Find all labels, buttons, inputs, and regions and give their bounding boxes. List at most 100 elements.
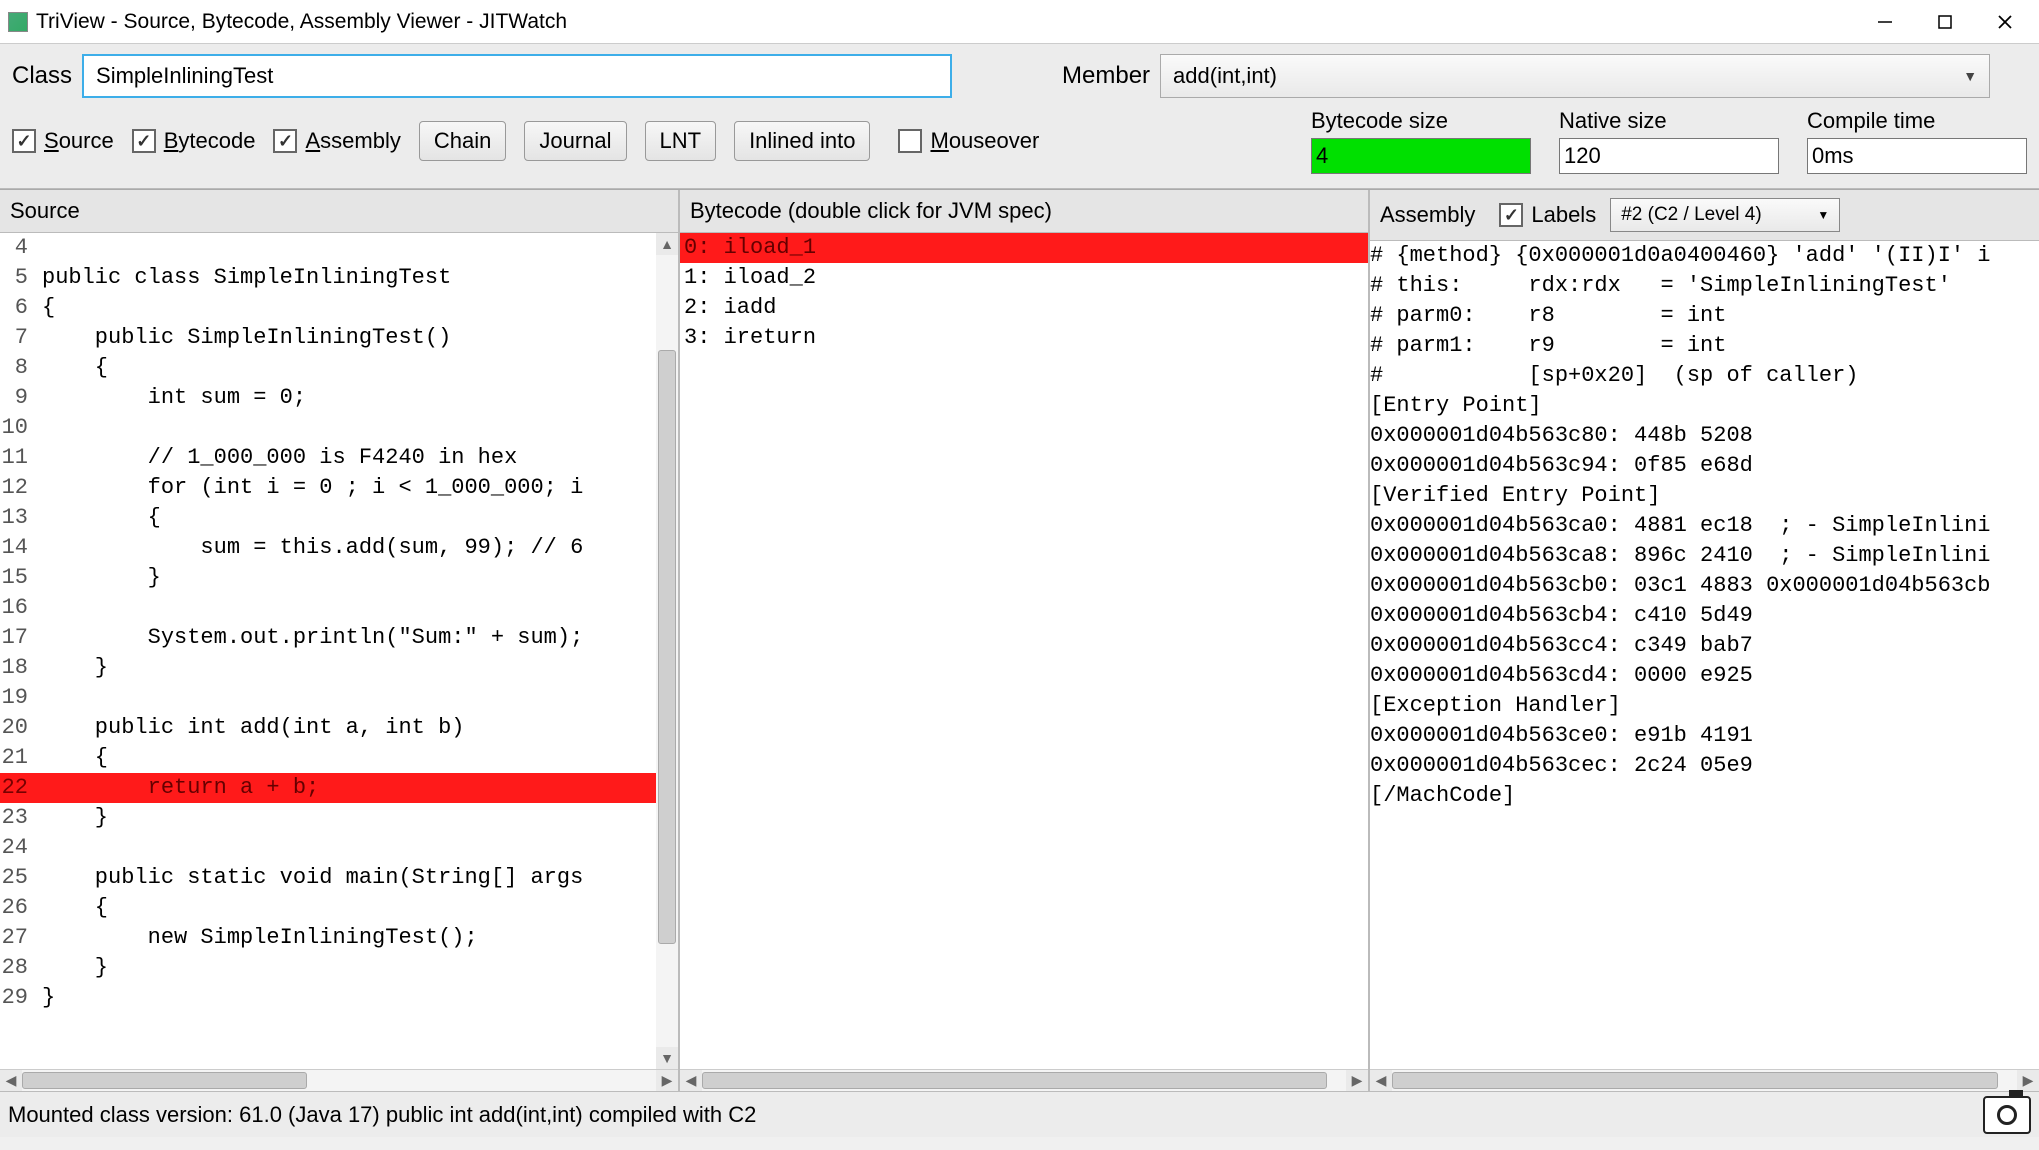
bytecode-line[interactable]: 2: iadd	[680, 293, 1368, 323]
source-line[interactable]: 6{	[0, 293, 656, 323]
mouseover-toggle-label: Mouseover	[930, 128, 1039, 154]
assembly-line[interactable]: # parm0: r8 = int	[1370, 301, 2039, 331]
class-input[interactable]	[82, 54, 952, 98]
assembly-line[interactable]: 0x000001d04b563cc4: c349 bab7	[1370, 631, 2039, 661]
source-line[interactable]: 8 {	[0, 353, 656, 383]
close-button[interactable]	[1975, 2, 2035, 42]
compile-time-value: 0ms	[1807, 138, 2027, 174]
assembly-line[interactable]: [Exception Handler]	[1370, 691, 2039, 721]
statusbar: Mounted class version: 61.0 (Java 17) pu…	[0, 1091, 2039, 1137]
assembly-line[interactable]: 0x000001d04b563ca8: 896c 2410 ; - Simple…	[1370, 541, 2039, 571]
bytecode-panel-body[interactable]: 0: iload_11: iload_22: iadd3: ireturn	[680, 233, 1368, 1069]
source-vertical-scrollbar[interactable]: ▲ ▼	[656, 233, 678, 1069]
labels-toggle[interactable]: ✓ Labels	[1499, 202, 1596, 228]
assembly-line[interactable]: 0x000001d04b563cb4: c410 5d49	[1370, 601, 2039, 631]
toolbar-row: ✓ Source ✓ Bytecode ✓ Assembly Chain Jou…	[0, 104, 2039, 189]
titlebar: TriView - Source, Bytecode, Assembly Vie…	[0, 0, 2039, 44]
assembly-line[interactable]: 0x000001d04b563cec: 2c24 05e9	[1370, 751, 2039, 781]
scroll-down-icon[interactable]: ▼	[656, 1047, 678, 1069]
assembly-line[interactable]: 0x000001d04b563ce0: e91b 4191	[1370, 721, 2039, 751]
assembly-level-select[interactable]: #2 (C2 / Level 4) ▼	[1610, 198, 1840, 232]
source-line[interactable]: 9 int sum = 0;	[0, 383, 656, 413]
source-line[interactable]: 24	[0, 833, 656, 863]
chevron-down-icon: ▼	[1963, 68, 1977, 84]
source-line[interactable]: 14 sum = this.add(sum, 99); // 6	[0, 533, 656, 563]
maximize-button[interactable]	[1915, 2, 1975, 42]
assembly-line[interactable]: 0x000001d04b563c80: 448b 5208	[1370, 421, 2039, 451]
source-line[interactable]: 4	[0, 233, 656, 263]
source-line[interactable]: 5public class SimpleInliningTest	[0, 263, 656, 293]
assembly-panel-header: Assembly ✓ Labels #2 (C2 / Level 4) ▼	[1370, 190, 2039, 241]
chevron-down-icon: ▼	[1817, 208, 1829, 222]
bytecode-toggle-label: Bytecode	[164, 128, 256, 154]
assembly-line[interactable]: [Entry Point]	[1370, 391, 2039, 421]
assembly-line[interactable]: 0x000001d04b563cb0: 03c1 4883 0x000001d0…	[1370, 571, 2039, 601]
source-line[interactable]: 25 public static void main(String[] args	[0, 863, 656, 893]
source-line[interactable]: 21 {	[0, 743, 656, 773]
mouseover-toggle[interactable]: Mouseover	[898, 128, 1039, 154]
source-line[interactable]: 13 {	[0, 503, 656, 533]
bytecode-toggle[interactable]: ✓ Bytecode	[132, 128, 256, 154]
assembly-line[interactable]: # this: rdx:rdx = 'SimpleInliningTest'	[1370, 271, 2039, 301]
scroll-left-icon[interactable]: ◀	[1370, 1070, 1392, 1091]
source-horizontal-scrollbar[interactable]: ◀ ▶	[0, 1069, 678, 1091]
class-member-row: Class Member add(int,int) ▼	[0, 44, 2039, 104]
source-line[interactable]: 18 }	[0, 653, 656, 683]
source-line[interactable]: 19	[0, 683, 656, 713]
source-panel-body[interactable]: 45public class SimpleInliningTest6{7 pub…	[0, 233, 678, 1069]
bytecode-line[interactable]: 0: iload_1	[680, 233, 1368, 263]
assembly-toggle[interactable]: ✓ Assembly	[273, 128, 400, 154]
assembly-line[interactable]: 0x000001d04b563c94: 0f85 e68d	[1370, 451, 2039, 481]
source-line[interactable]: 15 }	[0, 563, 656, 593]
source-line[interactable]: 29}	[0, 983, 656, 1013]
source-line[interactable]: 27 new SimpleInliningTest();	[0, 923, 656, 953]
screenshot-button[interactable]	[1983, 1096, 2031, 1134]
assembly-line[interactable]: # [sp+0x20] (sp of caller)	[1370, 361, 2039, 391]
camera-icon	[1997, 1105, 2017, 1125]
source-line[interactable]: 17 System.out.println("Sum:" + sum);	[0, 623, 656, 653]
assembly-horizontal-scrollbar[interactable]: ◀ ▶	[1370, 1069, 2039, 1091]
member-label: Member	[1062, 62, 1150, 90]
assembly-panel: Assembly ✓ Labels #2 (C2 / Level 4) ▼ # …	[1370, 190, 2039, 1091]
scroll-up-icon[interactable]: ▲	[656, 233, 678, 255]
bytecode-panel-title: Bytecode (double click for JVM spec)	[690, 198, 1052, 224]
lnt-button[interactable]: LNT	[645, 121, 717, 161]
bytecode-line[interactable]: 3: ireturn	[680, 323, 1368, 353]
bytecode-line[interactable]: 1: iload_2	[680, 263, 1368, 293]
assembly-line[interactable]: # parm1: r9 = int	[1370, 331, 2039, 361]
source-line[interactable]: 23 }	[0, 803, 656, 833]
source-panel-title: Source	[10, 198, 80, 224]
source-line[interactable]: 26 {	[0, 893, 656, 923]
bytecode-size-value: 4	[1311, 138, 1531, 174]
source-line[interactable]: 12 for (int i = 0 ; i < 1_000_000; i	[0, 473, 656, 503]
source-panel: Source 45public class SimpleInliningTest…	[0, 190, 680, 1091]
source-line[interactable]: 16	[0, 593, 656, 623]
scroll-left-icon[interactable]: ◀	[680, 1070, 702, 1091]
chain-button[interactable]: Chain	[419, 121, 506, 161]
scroll-right-icon[interactable]: ▶	[1346, 1070, 1368, 1091]
assembly-level-value: #2 (C2 / Level 4)	[1621, 204, 1761, 226]
source-line[interactable]: 10	[0, 413, 656, 443]
assembly-line[interactable]: 0x000001d04b563cd4: 0000 e925	[1370, 661, 2039, 691]
inlined-into-button[interactable]: Inlined into	[734, 121, 870, 161]
source-toggle[interactable]: ✓ Source	[12, 128, 114, 154]
assembly-panel-body[interactable]: # {method} {0x000001d0a0400460} 'add' '(…	[1370, 241, 2039, 1069]
assembly-line[interactable]: [Verified Entry Point]	[1370, 481, 2039, 511]
source-line[interactable]: 20 public int add(int a, int b)	[0, 713, 656, 743]
journal-button[interactable]: Journal	[524, 121, 626, 161]
scroll-right-icon[interactable]: ▶	[656, 1070, 678, 1091]
assembly-line[interactable]: [/MachCode]	[1370, 781, 2039, 811]
source-line[interactable]: 11 // 1_000_000 is F4240 in hex	[0, 443, 656, 473]
source-line[interactable]: 28 }	[0, 953, 656, 983]
native-size-metric: Native size 120	[1559, 108, 1779, 174]
scroll-left-icon[interactable]: ◀	[0, 1070, 22, 1091]
source-line[interactable]: 7 public SimpleInliningTest()	[0, 323, 656, 353]
source-line[interactable]: 22 return a + b;	[0, 773, 656, 803]
status-text: Mounted class version: 61.0 (Java 17) pu…	[8, 1102, 756, 1128]
member-select[interactable]: add(int,int) ▼	[1160, 54, 1990, 98]
assembly-line[interactable]: # {method} {0x000001d0a0400460} 'add' '(…	[1370, 241, 2039, 271]
bytecode-horizontal-scrollbar[interactable]: ◀ ▶	[680, 1069, 1368, 1091]
minimize-button[interactable]	[1855, 2, 1915, 42]
assembly-line[interactable]: 0x000001d04b563ca0: 4881 ec18 ; - Simple…	[1370, 511, 2039, 541]
scroll-right-icon[interactable]: ▶	[2017, 1070, 2039, 1091]
